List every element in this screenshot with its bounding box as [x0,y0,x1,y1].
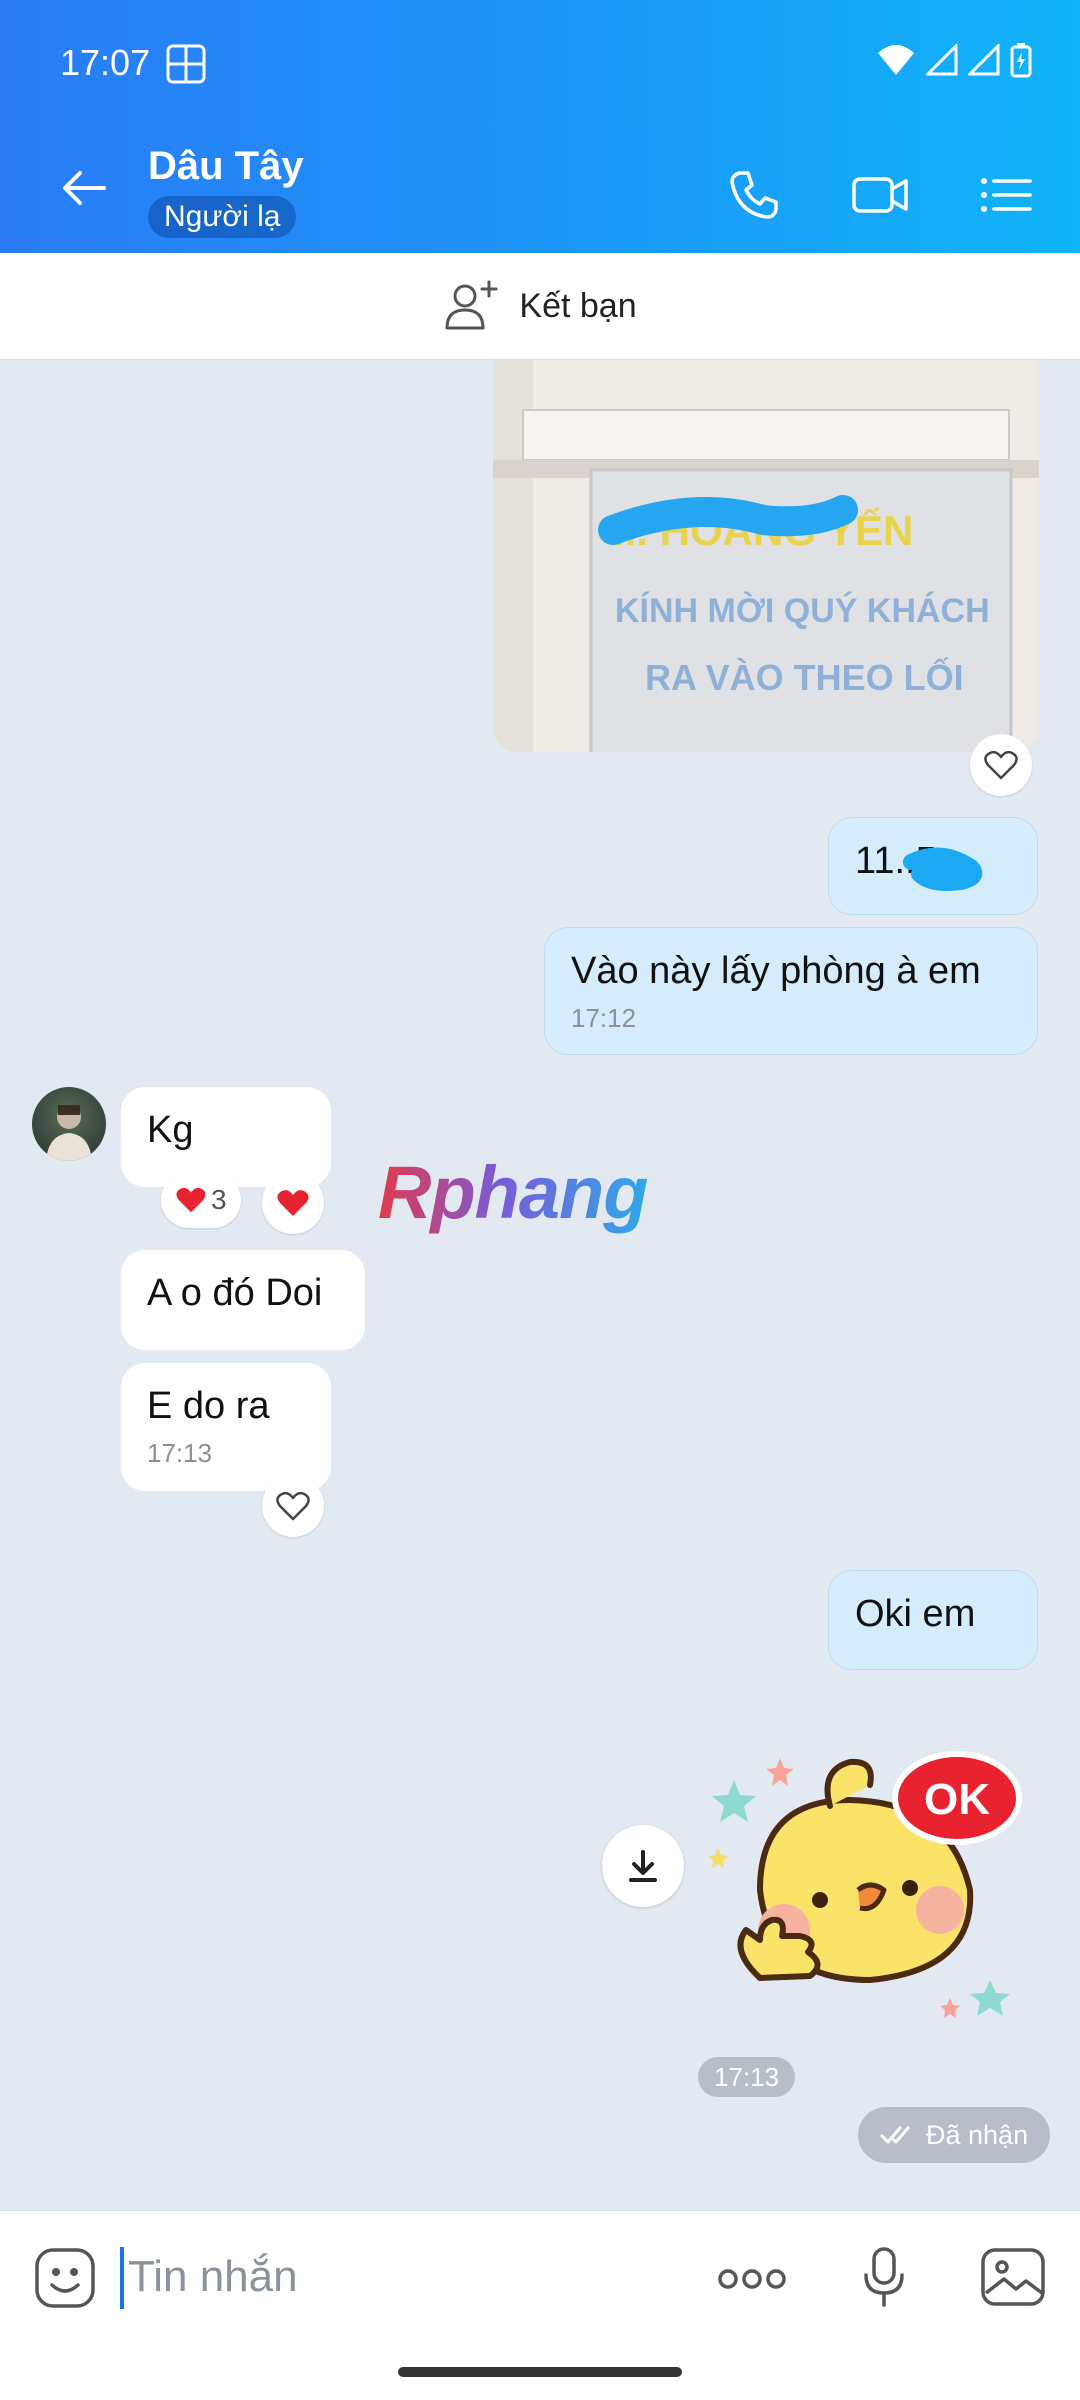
stranger-badge: Người lạ [148,196,297,238]
message-composer [0,2210,1080,2400]
image-gallery-icon[interactable] [980,2247,1046,2307]
status-time: 17:07 [60,42,151,83]
delivery-status-label: Đã nhận [926,2119,1029,2150]
emoji-sticker-icon[interactable] [34,2247,96,2309]
message-time: 17:12 [571,1003,637,1033]
ok-chick-sticker[interactable]: OK [700,1740,1040,2030]
add-friend-button[interactable]: Kết bạn [0,253,1080,360]
message-text: E do ra [147,1385,270,1427]
text-cursor [120,2247,124,2309]
download-sticker-button[interactable] [602,1825,684,1907]
wifi-icon [878,45,914,75]
redaction-scribble [903,847,983,891]
chat-area[interactable]: ... HOÀNG YẾN KÍNH MỜI QUÝ KHÁCH RA VÀO … [0,360,1080,2210]
microphone-icon[interactable] [860,2245,908,2309]
add-person-icon [445,280,498,330]
message-time: 17:13 [147,1438,213,1468]
video-call-icon[interactable] [850,165,910,225]
react-heart-button[interactable] [262,1172,324,1234]
react-heart-button[interactable] [970,734,1032,796]
sign-line-1: KÍNH MỜI QUÝ KHÁCH [615,592,990,630]
sticker-time: 17:13 [698,2057,796,2097]
signal-icon [926,44,958,76]
watermark-logo: Rphang [378,1151,648,1234]
heart-filled-icon [277,1190,309,1216]
message-bubble-sent[interactable]: Vào này lấy phòng à em 17:12 [544,927,1038,1055]
message-bubble-sent[interactable]: 11..5 [828,817,1038,915]
home-indicator[interactable] [398,2367,682,2377]
avatar-image [46,1105,92,1161]
status-icons [876,42,1032,78]
message-text: A o đó Doi [147,1272,323,1314]
sticker-ok-text: OK [924,1775,990,1824]
header-bar: 17:07 Dâu Tây Người lạ [0,0,1080,253]
message-text: Vào này lấy phòng à em [571,950,981,992]
sent-photo[interactable]: ... HOÀNG YẾN KÍNH MỜI QUÝ KHÁCH RA VÀO … [493,360,1039,752]
back-arrow-icon[interactable] [56,160,112,216]
add-friend-label: Kết bạn [519,286,637,325]
more-options-icon[interactable] [716,2259,788,2299]
message-bubble-received[interactable]: E do ra 17:13 [121,1363,331,1491]
sign-line-2: RA VÀO THEO LỐI [645,656,964,698]
message-text: Oki em [855,1593,976,1635]
reaction-summary[interactable]: 3 [161,1172,241,1228]
download-icon [629,1850,657,1882]
heart-outline-icon [984,750,1018,780]
menu-list-icon[interactable] [976,165,1036,225]
message-bubble-received[interactable]: A o đó Doi [121,1250,365,1350]
reaction-count: 3 [211,1184,227,1215]
phone-call-icon[interactable] [724,165,784,225]
battery-icon [1010,43,1032,78]
message-bubble-sent[interactable]: Oki em [828,1570,1038,1670]
signal-icon-2 [968,44,1000,76]
heart-outline-icon [276,1491,310,1521]
delivery-status: Đã nhận [858,2107,1051,2163]
calculator-icon [166,44,206,84]
heart-filled-icon [176,1187,206,1213]
double-check-icon [880,2126,910,2144]
contact-name[interactable]: Dâu Tây [148,144,304,189]
react-heart-button[interactable] [262,1475,324,1537]
photo-content: ... HOÀNG YẾN KÍNH MỜI QUÝ KHÁCH RA VÀO … [493,360,1039,752]
contact-avatar[interactable] [32,1087,106,1161]
message-text: Kg [147,1109,194,1151]
message-input[interactable] [128,2241,688,2313]
